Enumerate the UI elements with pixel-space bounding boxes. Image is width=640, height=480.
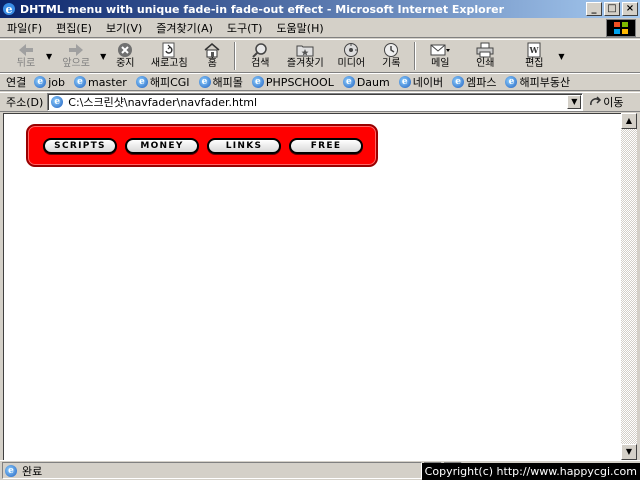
ie-page-icon: e	[398, 76, 411, 88]
link-happyrealestate[interactable]: e 해피부동산	[505, 74, 570, 90]
standard-toolbar: 뒤로 ▼ 앞으로 ▼ 중지 새로고침 홈 검색 즐겨찾기 미디어 기록 메일 인	[0, 39, 640, 73]
link-master[interactable]: e master	[74, 76, 127, 89]
media-icon	[342, 41, 360, 58]
status-text: 완료	[22, 464, 43, 478]
history-button[interactable]: 기록	[372, 40, 410, 72]
refresh-label: 새로고침	[150, 58, 188, 69]
address-label: 주소(D)	[6, 96, 44, 109]
ie-page-icon: e	[505, 76, 518, 88]
home-label: 홈	[207, 58, 217, 69]
print-button[interactable]: 인쇄	[460, 40, 510, 72]
refresh-icon	[161, 41, 177, 58]
link-naver[interactable]: e 네이버	[398, 74, 443, 90]
menu-favorites[interactable]: 즐겨찾기(A)	[149, 20, 220, 36]
media-label: 미디어	[337, 58, 366, 69]
menu-view[interactable]: 보기(V)	[99, 20, 149, 36]
toolbar-separator	[414, 42, 417, 70]
search-icon	[251, 41, 269, 58]
copyright-banner: Copyright(c) http://www.happycgi.com	[421, 463, 640, 480]
favorites-button[interactable]: 즐겨찾기	[280, 40, 330, 72]
address-dropdown-icon[interactable]: ▼	[567, 95, 582, 109]
home-icon	[203, 41, 221, 58]
edit-label: 편집	[525, 58, 544, 69]
mail-icon	[430, 41, 451, 58]
status-bar: e 완료 Copyright(c) http://www.happycgi.co…	[0, 460, 640, 480]
link-job[interactable]: e job	[34, 76, 65, 89]
scroll-up-icon[interactable]: ▲	[621, 113, 637, 129]
search-button[interactable]: 검색	[240, 40, 280, 72]
ie-page-icon: e	[135, 76, 148, 88]
history-label: 기록	[382, 58, 401, 69]
address-url: C:\스크린샷\navfader\navfader.html	[68, 96, 258, 109]
edit-dropdown-icon[interactable]: ▼	[558, 52, 564, 61]
forward-label: 앞으로	[62, 58, 90, 69]
windows-logo-icon	[606, 19, 636, 37]
search-label: 검색	[251, 58, 270, 69]
refresh-button[interactable]: 새로고침	[144, 40, 194, 72]
back-label: 뒤로	[16, 58, 36, 69]
menu-help[interactable]: 도움말(H)	[269, 20, 330, 36]
svg-text:e: e	[6, 3, 13, 16]
favorites-folder-icon	[296, 41, 314, 58]
edit-button[interactable]: W 편집	[510, 40, 558, 72]
link-daum[interactable]: e Daum	[342, 76, 390, 89]
link-empas[interactable]: e 엠파스	[452, 74, 496, 90]
ie-page-icon: e	[5, 464, 17, 477]
printer-icon	[476, 41, 494, 58]
title-bar[interactable]: e DHTML menu with unique fade-in fade-ou…	[0, 0, 640, 18]
ie-page-icon: e	[198, 76, 211, 88]
links-bar: 연결 e job e master e 해피CGI e 해피몰 e PHPSCHOOL e…	[0, 73, 640, 91]
mail-label: 메일	[431, 58, 450, 69]
go-label: 이동	[603, 96, 624, 109]
toolbar-separator	[234, 42, 237, 70]
menu-edit[interactable]: 편집(E)	[49, 20, 99, 36]
page-viewport: SCRIPTS MONEY LINKS FREE	[3, 113, 621, 460]
ie-page-icon: e	[251, 76, 264, 88]
nav-money-button[interactable]: MONEY	[125, 138, 199, 154]
address-bar: 주소(D) e C:\스크린샷\navfader\navfader.html ▼…	[0, 92, 640, 112]
link-phpschool[interactable]: e PHPSCHOOL	[251, 76, 334, 89]
menu-bar: 파일(F) 편집(E) 보기(V) 즐겨찾기(A) 도구(T) 도움말(H)	[0, 18, 640, 38]
forward-arrow-icon	[67, 41, 85, 58]
vertical-scrollbar[interactable]: ▲ ▼	[621, 113, 637, 460]
ie-icon: e	[2, 2, 16, 16]
go-button[interactable]: 이동	[589, 94, 624, 110]
svg-text:W: W	[529, 45, 540, 55]
window-title: DHTML menu with unique fade-in fade-out …	[20, 2, 505, 16]
ie-page-icon: e	[452, 76, 465, 88]
menu-tools[interactable]: 도구(T)	[220, 20, 270, 36]
menu-file[interactable]: 파일(F)	[0, 20, 49, 36]
word-edit-icon: W	[525, 41, 543, 58]
forward-button[interactable]: 앞으로	[52, 40, 100, 72]
status-main-pane: e 완료	[2, 462, 422, 479]
back-arrow-icon	[17, 41, 35, 58]
history-icon	[382, 41, 400, 58]
go-arrow-icon	[590, 96, 602, 106]
address-input[interactable]: e C:\스크린샷\navfader\navfader.html ▼	[47, 93, 584, 111]
link-happymall[interactable]: e 해피몰	[198, 74, 243, 90]
stop-label: 중지	[116, 58, 135, 69]
links-label: 연결	[6, 76, 27, 89]
media-button[interactable]: 미디어	[330, 40, 372, 72]
scroll-down-icon[interactable]: ▼	[621, 444, 637, 460]
home-button[interactable]: 홈	[194, 40, 230, 72]
mail-button[interactable]: 메일	[420, 40, 460, 72]
ie-page-icon: e	[74, 76, 87, 88]
favorites-label: 즐겨찾기	[286, 58, 324, 69]
link-happycgi[interactable]: e 해피CGI	[135, 74, 190, 90]
ie-page-icon: e	[51, 96, 64, 108]
maximize-button[interactable]: □	[604, 2, 620, 16]
stop-button[interactable]: 중지	[106, 40, 144, 72]
stop-icon	[117, 41, 133, 58]
ie-page-icon: e	[342, 76, 355, 88]
ie-page-icon: e	[34, 76, 47, 88]
back-button[interactable]: 뒤로	[6, 40, 46, 72]
minimize-button[interactable]: _	[586, 2, 602, 16]
nav-links-button[interactable]: LINKS	[207, 138, 281, 154]
nav-menu-panel: SCRIPTS MONEY LINKS FREE	[26, 124, 378, 167]
nav-free-button[interactable]: FREE	[289, 138, 363, 154]
nav-scripts-button[interactable]: SCRIPTS	[43, 138, 117, 154]
close-button[interactable]: ×	[622, 2, 638, 16]
print-label: 인쇄	[476, 58, 495, 69]
